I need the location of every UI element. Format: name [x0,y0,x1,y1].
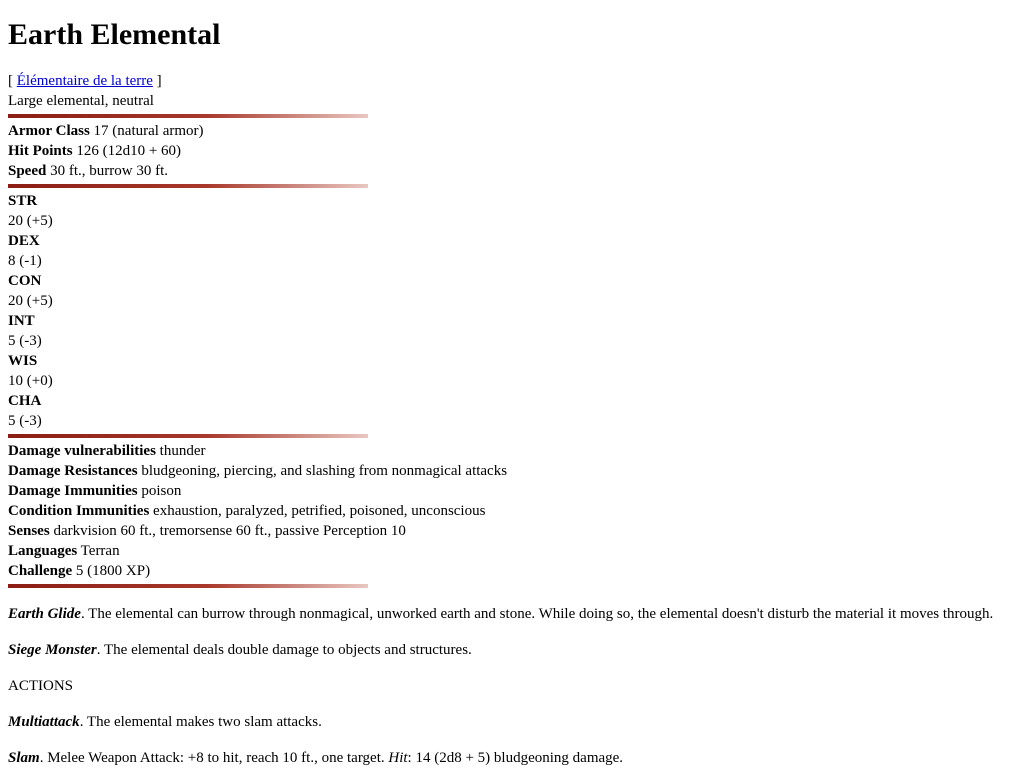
trait-value: thunder [155,443,206,459]
ability-label: CON [8,273,42,289]
ability-name-wis: WIS [8,351,1016,371]
hit-text: : 14 (2d8 + 5) bludgeoning damage. [407,750,624,766]
ability-name-cha: CHA [8,391,1016,411]
armor-class: Armor Class 17 (natural armor) [8,121,1016,141]
trait-label: Challenge [8,563,73,579]
condition-immunities: Condition Immunities exhaustion, paralyz… [8,501,1016,521]
trait-label: Damage Resistances [8,463,138,479]
damage-resistances: Damage Resistances bludgeoning, piercing… [8,461,1016,481]
special-trait-earth-glide: Earth Glide. The elemental can burrow th… [8,604,1016,624]
ability-name-int: INT [8,311,1016,331]
trait-text: . The elemental can burrow through nonma… [80,606,994,622]
action-name: Slam [8,750,40,766]
trait-text: . The elemental deals double damage to o… [96,642,472,658]
ability-score-int: 5 (-3) [8,333,42,349]
trait-label: Condition Immunities [8,503,150,519]
action-slam: Slam. Melee Weapon Attack: +8 to hit, re… [8,748,1016,768]
divider [8,184,368,188]
ability-name-dex: DEX [8,231,1016,251]
actions-heading: ACTIONS [8,678,74,694]
trait-label: Damage vulnerabilities [8,443,156,459]
stat-label: Armor Class [8,123,90,139]
ability-score-str: 20 (+5) [8,213,53,229]
stat-label: Hit Points [8,143,73,159]
ability-score-cha: 5 (-3) [8,413,42,429]
bracket-close: ] [152,73,162,89]
action-multiattack: Multiattack. The elemental makes two sla… [8,712,1016,732]
ability-score-dex: 8 (-1) [8,253,42,269]
languages: Languages Terran [8,541,1016,561]
divider [8,114,368,118]
damage-immunities: Damage Immunities poison [8,481,1016,501]
action-text: . Melee Weapon Attack: +8 to hit, reach … [39,750,389,766]
divider [8,584,368,588]
action-text: . The elemental makes two slam attacks. [79,714,322,730]
stat-value: 126 (12d10 + 60) [72,143,182,159]
trait-value: exhaustion, paralyzed, petrified, poison… [149,503,486,519]
stat-block: Earth Elemental [ Élémentaire de la terr… [0,0,1024,768]
ability-score-con: 20 (+5) [8,293,53,309]
ability-label: CHA [8,393,42,409]
trait-value: bludgeoning, piercing, and slashing from… [137,463,508,479]
bracket-open: [ [8,73,17,89]
ability-name-con: CON [8,271,1016,291]
senses: Senses darkvision 60 ft., tremorsense 60… [8,521,1016,541]
action-name: Multiattack [8,714,80,730]
ability-label: INT [8,313,35,329]
speed: Speed 30 ft., burrow 30 ft. [8,161,1016,181]
trait-label: Languages [8,543,78,559]
page-title: Earth Elemental [8,18,221,51]
creature-type: Large elemental, neutral [8,93,154,109]
trait-name: Earth Glide [8,606,81,622]
stat-value: 30 ft., burrow 30 ft. [46,163,168,179]
ability-score-wis: 10 (+0) [8,373,53,389]
trait-value: 5 (1800 XP) [72,563,151,579]
trait-value: poison [137,483,182,499]
stat-label: Speed [8,163,47,179]
stat-value: 17 (natural armor) [89,123,204,139]
trait-value: darkvision 60 ft., tremorsense 60 ft., p… [49,523,406,539]
trait-value: Terran [77,543,120,559]
translation-link-line: [ Élémentaire de la terre ] [8,71,1016,91]
ability-name-str: STR [8,191,1016,211]
hit-points: Hit Points 126 (12d10 + 60) [8,141,1016,161]
trait-name: Siege Monster [8,642,97,658]
ability-label: STR [8,193,38,209]
hit-label: Hit [388,750,408,766]
translation-link[interactable]: Élémentaire de la terre [17,73,153,89]
ability-label: WIS [8,353,38,369]
damage-vulnerabilities: Damage vulnerabilities thunder [8,441,1016,461]
challenge: Challenge 5 (1800 XP) [8,561,1016,581]
divider [8,434,368,438]
special-trait-siege-monster: Siege Monster. The elemental deals doubl… [8,640,1016,660]
trait-label: Damage Immunities [8,483,138,499]
trait-label: Senses [8,523,50,539]
ability-label: DEX [8,233,40,249]
